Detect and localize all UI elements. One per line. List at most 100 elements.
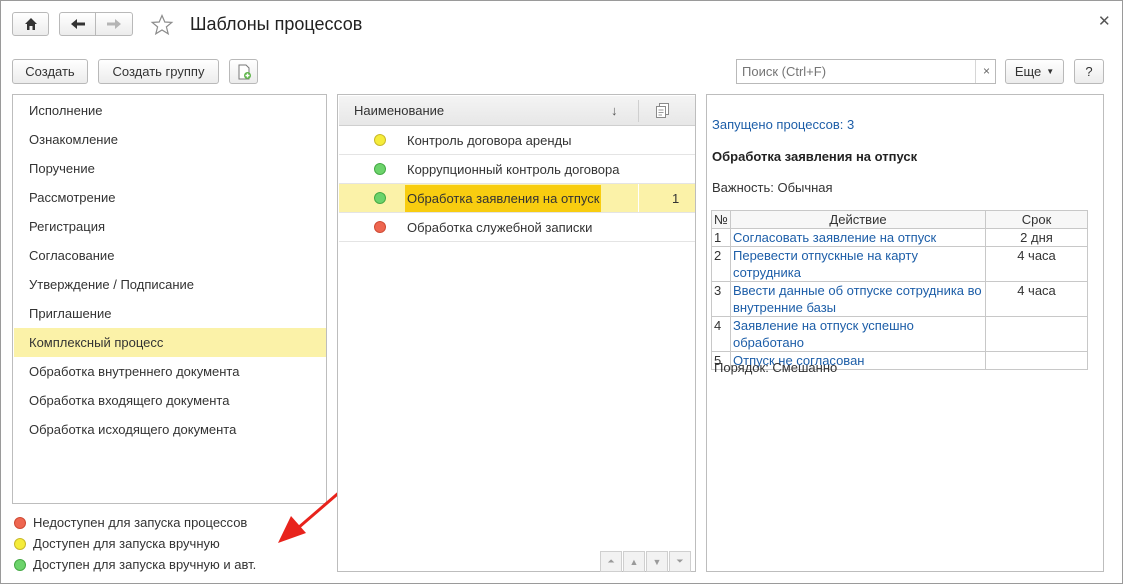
legend-item-unavailable: Недоступен для запуска процессов [14,515,247,530]
arrow-left-icon [70,19,85,29]
list-item-label: Поручение [29,161,95,176]
yellow-status-icon [374,134,386,146]
row-count-cell [638,184,639,212]
green-status-icon [374,192,386,204]
red-status-icon [374,221,386,233]
chevron-down-icon: ▼ [1046,67,1055,76]
arrow-right-icon [107,19,121,29]
list-item[interactable]: Утверждение / Подписание [14,270,326,299]
star-icon[interactable] [150,14,174,36]
create-group-button[interactable]: Создать группу [98,59,219,84]
templates-table: Наименование ↓ Контроль договора аренды … [337,94,696,572]
green-status-icon [14,558,26,571]
create-button[interactable]: Создать [12,59,88,84]
back-button[interactable] [59,12,96,36]
table-row[interactable]: Обработка служебной записки [339,213,695,242]
action-term [985,351,1088,370]
list-item[interactable]: Регистрация [14,212,326,241]
table-row: 3 Ввести данные об отпуске сотрудника во… [711,281,1088,317]
yellow-status-icon [14,537,26,550]
green-status-icon [374,163,386,175]
list-item-label: Комплексный процесс [29,335,164,350]
action-num: 2 [711,246,731,282]
action-term: 4 часа [985,281,1088,317]
launched-processes-link[interactable]: Запущено процессов: 3 [712,117,854,132]
actions-table: № Действие Срок 1 Согласовать заявление … [711,210,1088,370]
clear-icon: × [982,64,990,78]
list-item-label: Согласование [29,248,115,263]
action-num: 3 [711,281,731,317]
legend-label: Доступен для запуска вручную [33,536,220,551]
home-button[interactable] [12,12,49,36]
table-row-selected[interactable]: Обработка заявления на отпуск 1 [339,184,695,213]
legend-label: Доступен для запуска вручную и авт. [33,557,257,572]
chevron-down-icon: ▼ [652,556,662,567]
table-header-row: № Действие Срок [711,210,1088,229]
list-item-label: Обработка внутреннего документа [29,364,240,379]
list-item[interactable]: Поручение [14,154,326,183]
chevron-double-down-icon: ⏷ [676,556,684,566]
list-item-label: Ознакомление [29,132,118,147]
more-label: Еще [1014,64,1042,79]
list-item[interactable]: Рассмотрение [14,183,326,212]
copy-column-icon[interactable] [656,103,670,119]
list-item[interactable]: Приглашение [14,299,326,328]
chevron-up-icon: ▲ [629,556,639,567]
list-item[interactable]: Обработка внутреннего документа [14,357,326,386]
home-icon [24,18,37,30]
table-row: 1 Согласовать заявление на отпуск 2 дня [711,228,1088,247]
add-document-button[interactable] [229,59,258,84]
list-item[interactable]: Ознакомление [14,125,326,154]
column-divider [638,100,639,122]
list-item[interactable]: Исполнение [14,96,326,125]
add-document-icon [238,64,251,79]
list-item-label: Рассмотрение [29,190,116,205]
row-name: Обработка служебной записки [407,220,593,235]
list-item-label: Утверждение / Подписание [29,277,195,292]
more-button[interactable]: Еще ▼ [1005,59,1064,84]
column-header-action: Действие [730,210,986,229]
legend-label: Недоступен для запуска процессов [33,515,248,530]
list-item[interactable]: Обработка входящего документа [14,386,326,415]
scroll-down-button[interactable]: ▼ [646,551,668,572]
table-row[interactable]: Контроль договора аренды [339,126,695,155]
table-header: Наименование ↓ [339,96,695,126]
close-icon[interactable]: ✕ [1098,12,1111,30]
legend-item-manual: Доступен для запуска вручную [14,536,220,551]
row-name: Контроль договора аренды [407,133,572,148]
table-row: 4 Заявление на отпуск успешно обработано [711,316,1088,352]
scroll-top-button[interactable]: ⏶ [600,551,622,572]
order-label: Порядок: Смешанно [714,360,838,375]
help-button[interactable]: ? [1074,59,1104,84]
scroll-bottom-button[interactable]: ⏷ [669,551,691,572]
action-link[interactable]: Перевести отпускные на карту сотрудника [730,246,986,282]
row-name: Коррупционный контроль договора [407,162,620,177]
forward-button[interactable] [95,12,133,36]
row-name: Обработка заявления на отпуск [405,185,602,212]
list-item-label: Обработка исходящего документа [29,422,237,437]
list-item-selected[interactable]: Комплексный процесс [14,328,326,357]
list-item-label: Исполнение [29,103,103,118]
column-header-term: Срок [985,210,1088,229]
red-status-icon [14,516,26,529]
chevron-double-up-icon: ⏶ [607,556,615,566]
action-link[interactable]: Заявление на отпуск успешно обработано [730,316,986,352]
importance-label: Важность: Обычная [712,180,833,195]
search-clear-button[interactable]: × [975,60,997,83]
table-row: 2 Перевести отпускные на карту сотрудник… [711,246,1088,282]
list-item-label: Приглашение [29,306,112,321]
list-item[interactable]: Согласование [14,241,326,270]
list-item-label: Регистрация [29,219,105,234]
search-box: × [736,59,996,84]
column-header-name[interactable]: Наименование [354,96,444,125]
action-link[interactable]: Ввести данные об отпуске сотрудника во в… [730,281,986,317]
action-num: 4 [711,316,731,352]
legend-item-manual-auto: Доступен для запуска вручную и авт. [14,557,256,572]
search-input[interactable] [737,60,973,83]
sort-down-icon[interactable]: ↓ [611,96,618,125]
scroll-up-button[interactable]: ▲ [623,551,645,572]
action-link[interactable]: Согласовать заявление на отпуск [730,228,986,247]
page-title: Шаблоны процессов [190,14,363,34]
action-term: 2 дня [985,228,1088,247]
table-row[interactable]: Коррупционный контроль договора [339,155,695,184]
